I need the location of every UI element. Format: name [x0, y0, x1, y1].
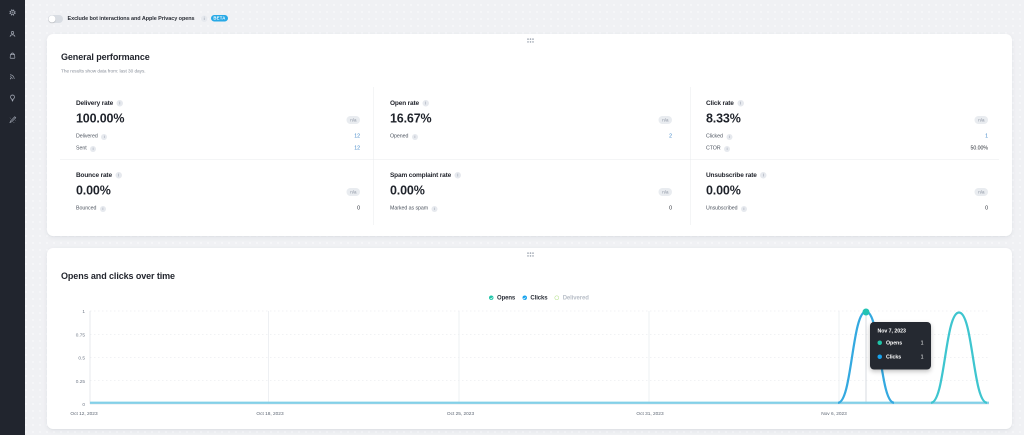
- svg-text:1: 1: [82, 309, 85, 315]
- svg-text:0.5: 0.5: [78, 356, 85, 362]
- svg-text:Oct 18, 2023: Oct 18, 2023: [256, 411, 284, 417]
- svg-text:Oct 25, 2023: Oct 25, 2023: [447, 411, 475, 417]
- svg-text:Oct 12, 2023: Oct 12, 2023: [70, 411, 98, 417]
- svg-text:Nov 6, 2023: Nov 6, 2023: [821, 411, 847, 417]
- svg-text:0.25: 0.25: [76, 379, 86, 385]
- svg-text:0.75: 0.75: [76, 332, 86, 338]
- svg-text:Oct 31, 2023: Oct 31, 2023: [636, 411, 664, 417]
- svg-text:0: 0: [82, 402, 85, 408]
